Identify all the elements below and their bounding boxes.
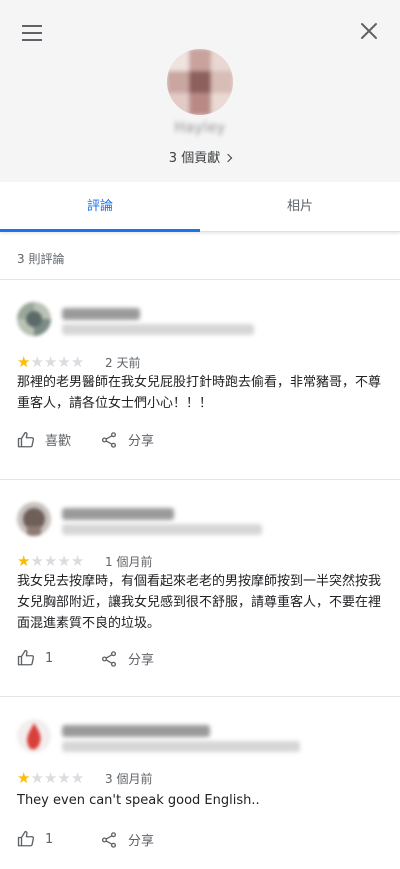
share-button[interactable]: 分享 [100,830,154,849]
review-count: 3 則評論 [17,252,65,266]
reviewer-name[interactable] [62,308,140,320]
review-time: 3 個月前 [105,772,153,786]
profile-avatar [167,49,233,115]
like-button[interactable]: 喜歡 [17,430,71,449]
star-icon: ★ [70,552,85,570]
like-button[interactable]: 1 [17,830,53,848]
like-label: 喜歡 [45,434,72,449]
close-icon [361,23,377,39]
like-button[interactable]: 1 [17,649,53,667]
tab-photos[interactable]: 相片 [200,182,400,232]
thumbs-up-icon [17,649,35,666]
reviewer-name[interactable] [62,725,210,737]
like-count: 1 [45,831,54,847]
star-icon: ★ [43,353,58,371]
active-tab-indicator [0,229,200,232]
share-icon [101,650,117,667]
star-icon: ★ [17,769,31,787]
star-icon: ★ [30,769,44,787]
review-item: ★★★★★ 3 個月前 They even can't speak good E… [0,697,400,869]
reviewer-meta [62,324,254,335]
contributions-label: 3 個貢獻 [168,151,221,166]
profile-name: Hayley [174,120,226,136]
like-count: 1 [45,650,54,666]
menu-icon [22,25,46,41]
reviewer-name[interactable] [62,508,174,520]
star-rating: ★★★★★ [17,553,84,569]
review-item: ★★★★★ 2 天前 那裡的老男醫師在我女兒屁股打針時跑去偷看，非常豬哥，不尊重… [0,280,400,480]
reviewer-meta [62,741,300,752]
review-text: 那裡的老男醫師在我女兒屁股打針時跑去偷看，非常豬哥，不尊重客人，請各位女士們小心… [17,375,382,411]
share-icon [101,431,117,448]
tab-bar: 評論 相片 [0,182,400,232]
reviewer-avatar [17,502,51,536]
star-rating: ★★★★★ [17,354,84,370]
star-icon: ★ [57,552,71,570]
share-label: 分享 [128,653,155,668]
star-icon: ★ [30,353,44,371]
review-text: 我女兒去按摩時，有個看起來老老的男按摩師按到一半突然按我女兒胸部附近，讓我女兒感… [17,574,382,631]
reviewer-meta [62,524,262,535]
share-label: 分享 [128,434,155,449]
star-icon: ★ [43,552,58,570]
star-icon: ★ [70,353,85,371]
thumbs-up-icon [17,830,35,847]
reviewer-avatar [17,302,51,336]
tab-reviews[interactable]: 評論 [0,182,200,232]
menu-button[interactable] [22,20,46,44]
reviewer-avatar [17,719,51,753]
star-icon: ★ [17,552,31,570]
star-icon: ★ [70,769,85,787]
profile-header: Hayley 3 個貢獻 [0,0,400,182]
review-time: 2 天前 [105,356,141,370]
share-icon [101,831,117,848]
share-label: 分享 [128,834,155,849]
review-text: They even can't speak good English.. [17,793,260,808]
review-item: ★★★★★ 1 個月前 我女兒去按摩時，有個看起來老老的男按摩師按到一半突然按我… [0,480,400,695]
review-time: 1 個月前 [105,555,153,569]
thumbs-up-icon [17,431,35,447]
chevron-right-icon [223,153,233,163]
share-button[interactable]: 分享 [100,649,154,668]
close-button[interactable] [358,20,382,44]
star-icon: ★ [57,353,71,371]
star-icon: ★ [57,769,71,787]
star-icon: ★ [30,552,44,570]
star-rating: ★★★★★ [17,770,84,786]
contributions-link[interactable]: 3 個貢獻 [0,147,400,166]
star-icon: ★ [17,353,31,371]
share-button[interactable]: 分享 [100,430,154,449]
star-icon: ★ [43,769,58,787]
